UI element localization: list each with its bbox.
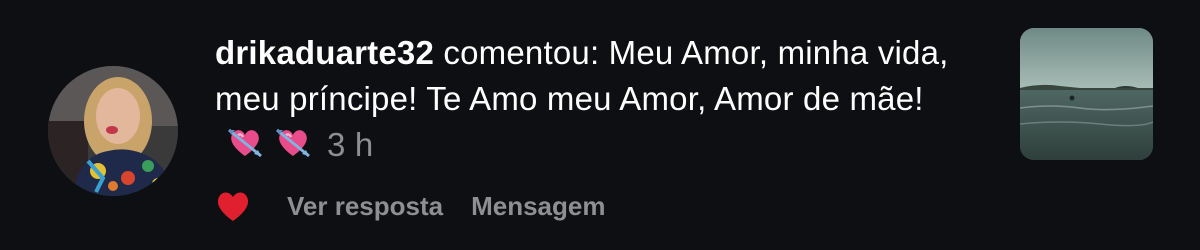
emoji-group xyxy=(225,122,321,174)
action-row: Ver resposta Mensagem xyxy=(215,186,633,226)
view-reply-button[interactable]: Ver resposta xyxy=(287,191,443,222)
avatar-photo xyxy=(48,66,178,196)
message-button[interactable]: Mensagem xyxy=(471,191,605,222)
comment-notification[interactable]: drikaduarte32 comentou: Meu Amor, minha … xyxy=(0,0,1200,250)
notification-content: drikaduarte32 comentou: Meu Amor, minha … xyxy=(215,30,985,174)
username[interactable]: drikaduarte32 xyxy=(215,34,434,71)
post-thumbnail-image xyxy=(1020,28,1153,160)
timestamp: 3 h xyxy=(327,126,374,163)
comment-text: drikaduarte32 comentou: Meu Amor, minha … xyxy=(215,30,985,174)
post-thumbnail[interactable] xyxy=(1020,28,1153,160)
heart-with-arrow-emoji xyxy=(228,128,262,158)
heart-icon[interactable] xyxy=(215,190,251,222)
avatar[interactable] xyxy=(48,66,178,196)
heart-with-arrow-emoji xyxy=(276,128,310,158)
